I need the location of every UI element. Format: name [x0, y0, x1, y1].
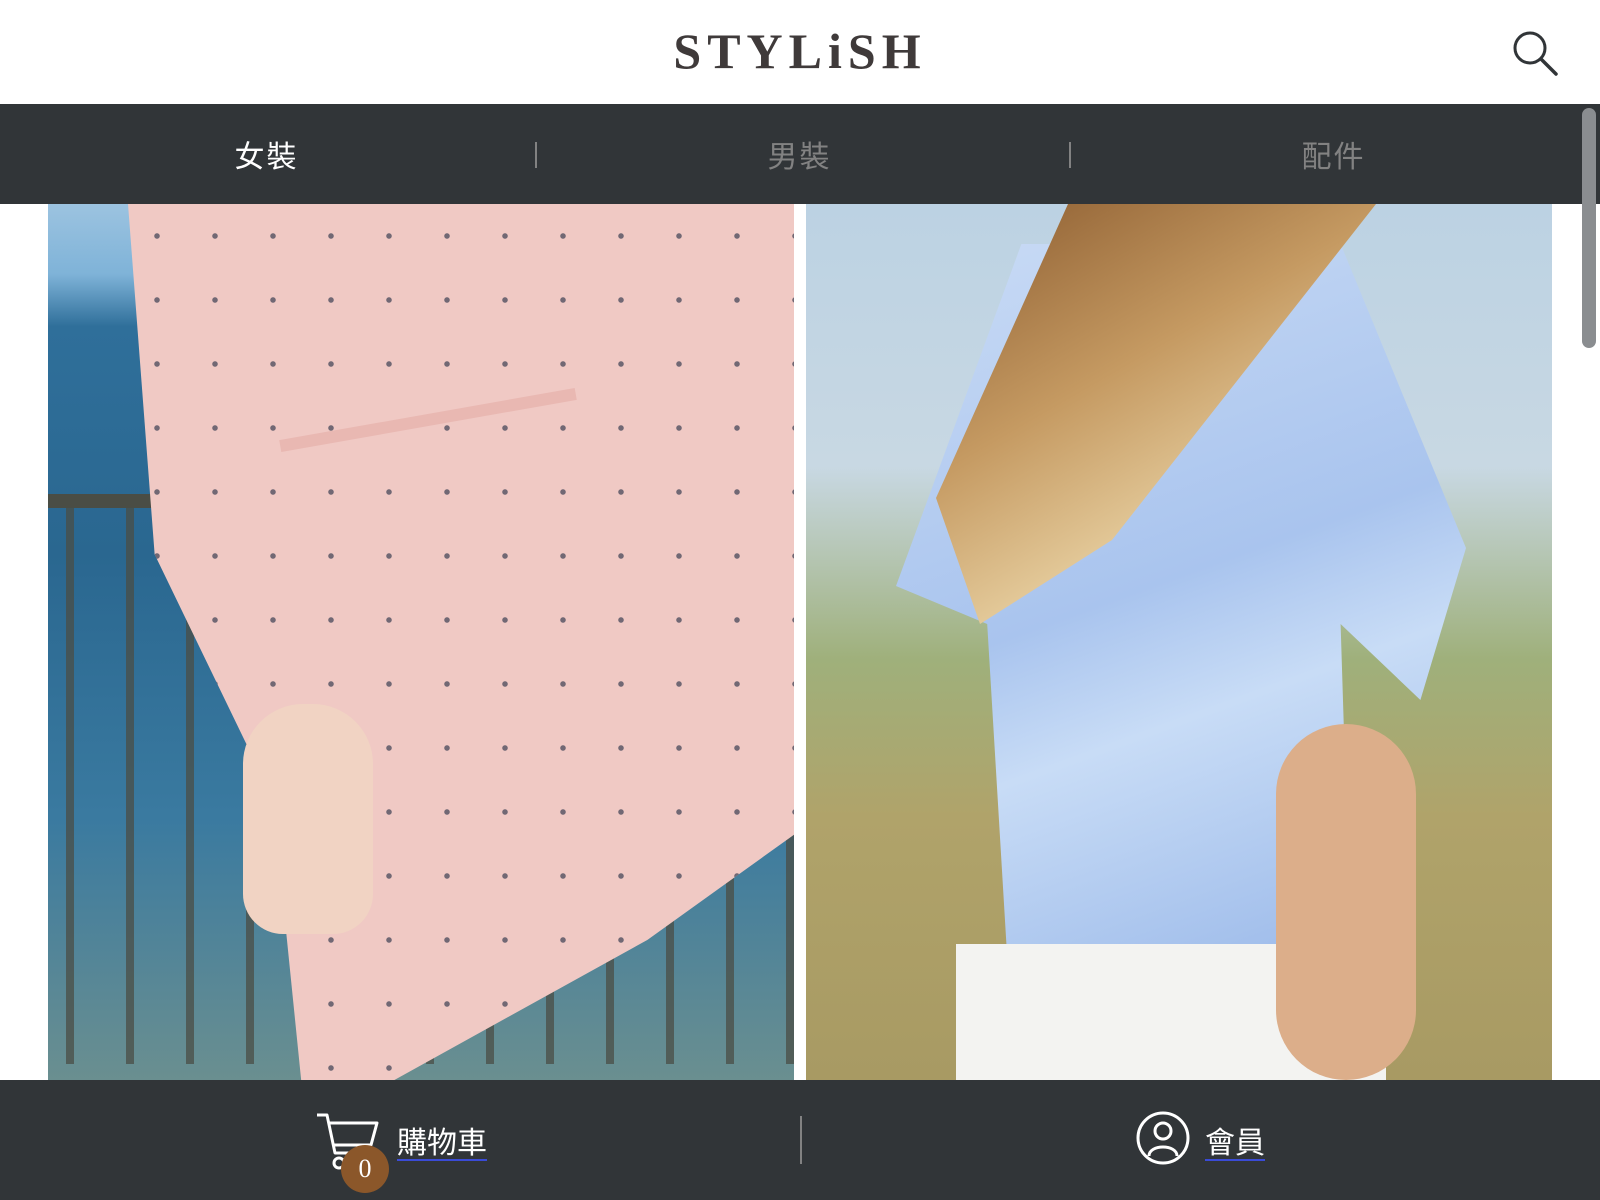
product-card-blue-blouse[interactable]	[806, 204, 1552, 1080]
category-nav: 女裝 男裝 配件	[0, 104, 1600, 204]
member-label[interactable]: 會員	[1205, 1118, 1265, 1162]
scrollbar-thumb[interactable]	[1582, 108, 1596, 348]
logo[interactable]: STYLiSH	[0, 22, 1600, 80]
cart-button[interactable]: 0 購物車	[0, 1080, 800, 1200]
member-button[interactable]: 會員	[800, 1080, 1600, 1200]
site-header: STYLiSH	[0, 0, 1600, 104]
product-grid	[48, 204, 1552, 1080]
search-icon[interactable]	[1510, 28, 1560, 78]
cart-label[interactable]: 購物車	[397, 1118, 487, 1162]
bottom-nav: 0 購物車 會員	[0, 1080, 1600, 1200]
cart-count-badge: 0	[341, 1145, 389, 1193]
category-men[interactable]: 男裝	[533, 104, 1066, 204]
member-icon	[1135, 1110, 1191, 1170]
cart-icon: 0	[313, 1105, 389, 1193]
product-image	[806, 204, 1552, 1080]
product-image	[48, 204, 794, 1080]
category-women[interactable]: 女裝	[0, 104, 533, 204]
product-card-pink-dress[interactable]	[48, 204, 794, 1080]
category-accessories[interactable]: 配件	[1067, 104, 1600, 204]
